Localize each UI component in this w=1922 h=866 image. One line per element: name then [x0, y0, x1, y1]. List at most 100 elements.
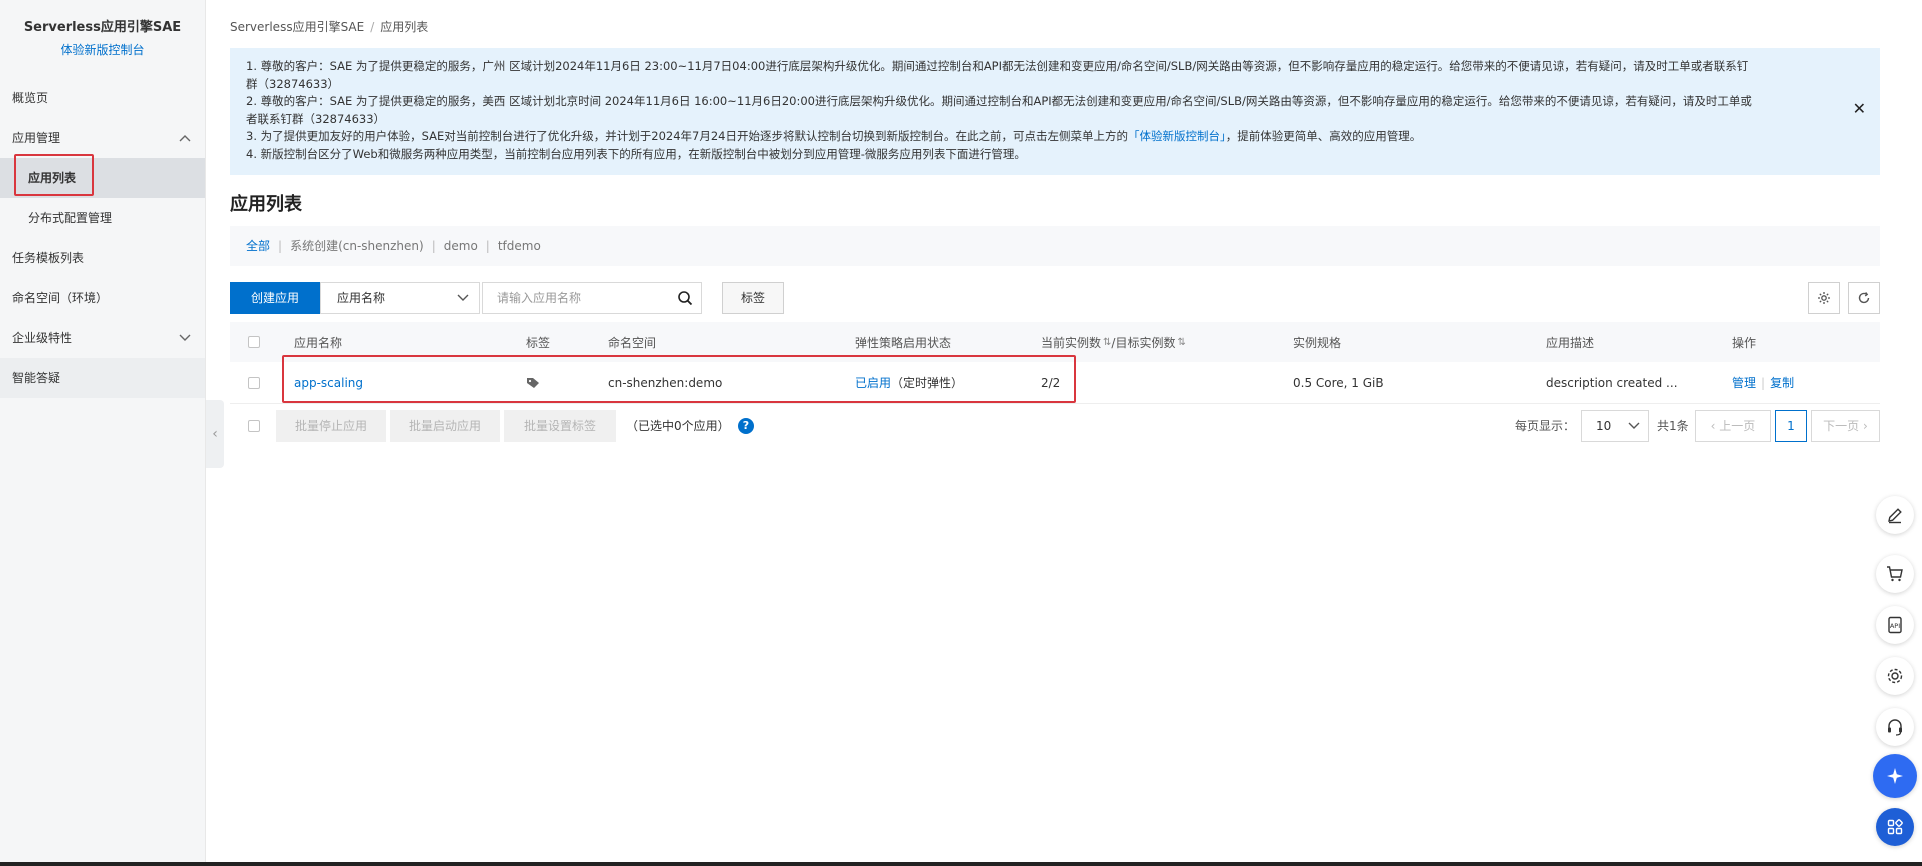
instances-value: 2/2	[1041, 375, 1061, 390]
breadcrumb-separator: /	[370, 20, 375, 34]
search-field-select[interactable]: 应用名称	[320, 282, 480, 314]
col-description: 应用描述	[1546, 335, 1595, 350]
manage-link[interactable]: 管理	[1732, 374, 1756, 391]
page-title: 应用列表	[230, 194, 302, 215]
sidebar-item-app-list[interactable]: 应用列表	[0, 158, 205, 198]
filter-demo[interactable]: demo	[444, 239, 478, 253]
select-value: 应用名称	[337, 291, 386, 305]
new-console-link[interactable]: 体验新版控制台	[60, 41, 144, 58]
table-footer: 批量停止应用 批量启动应用 批量设置标签 （已选中0个应用） ? 每页显示： 1…	[230, 410, 1880, 442]
cart-icon[interactable]	[1876, 555, 1914, 593]
namespace-filter-bar: 全部 | 系统创建(cn-shenzhen) | demo | tfdemo	[230, 226, 1880, 266]
settings-icon[interactable]	[1808, 282, 1840, 314]
col-app-name: 应用名称	[294, 335, 343, 350]
filter-all[interactable]: 全部	[246, 239, 270, 253]
filter-system-created[interactable]: 系统创建(cn-shenzhen)	[290, 239, 424, 253]
description-value: description created ...	[1546, 375, 1678, 390]
sidebar-item-namespaces[interactable]: 命名空间（环境）	[0, 278, 205, 318]
col-tag: 标签	[526, 335, 551, 350]
notice-line: 群（32874633）	[246, 76, 340, 91]
app-table: 应用名称 标签 命名空间 弹性策略启用状态 当前实例数 ⇅/目标实例数 ⇅ 实例规格…	[230, 322, 1880, 404]
sidebar-header: Serverless应用引擎SAE 体验新版控制台	[0, 0, 205, 78]
per-page-label: 每页显示：	[1515, 419, 1576, 433]
per-page-value: 10	[1596, 419, 1612, 433]
window-bottom-edge	[0, 862, 1922, 866]
sidebar-item-enterprise-features[interactable]: 企业级特性	[0, 318, 205, 358]
copy-link[interactable]: 复制	[1770, 374, 1794, 391]
sae-console: Serverless应用引擎SAE 体验新版控制台 概览页 应用管理 应用列表 …	[0, 0, 1922, 866]
col-operations: 操作	[1732, 335, 1757, 350]
per-page-select[interactable]: 10	[1581, 410, 1649, 442]
close-icon[interactable]: ✕	[1853, 100, 1866, 118]
toolbar: 创建应用 应用名称 标签	[230, 282, 1880, 314]
search-icon[interactable]	[677, 290, 693, 306]
filter-separator: |	[431, 239, 436, 253]
notice-line: 3. 为了提供更加友好的用户体验，SAE对当前控制台进行了优化升级，并计划于20…	[246, 128, 1820, 146]
headset-icon[interactable]	[1876, 708, 1914, 746]
batch-tag-button[interactable]: 批量设置标签	[504, 410, 616, 442]
sort-icon[interactable]: ⇅	[1177, 337, 1185, 348]
sort-icon[interactable]: ⇅	[1103, 337, 1111, 348]
sidebar: Serverless应用引擎SAE 体验新版控制台 概览页 应用管理 应用列表 …	[0, 0, 206, 866]
product-title: Serverless应用引擎SAE	[23, 20, 182, 35]
notice-banner: 1. 尊敬的客户：SAE 为了提供更稳定的服务，广州 区域计划2024年11月6…	[230, 48, 1880, 175]
sidebar-item-config-management[interactable]: 分布式配置管理	[0, 198, 205, 238]
row-checkbox-cell	[248, 362, 260, 403]
elastic-status-note: （定时弹性）	[891, 376, 964, 390]
new-console-notice-link[interactable]: 「体验新版控制台」	[1128, 129, 1226, 143]
sidebar-item-label: 企业级特性	[12, 331, 73, 345]
search-input[interactable]	[483, 283, 663, 313]
notice-text: ，提前体验更简单、高效的应用管理。	[1225, 129, 1422, 143]
batch-start-button[interactable]: 批量启动应用	[390, 410, 500, 442]
sidebar-collapse-handle[interactable]: ‹	[206, 400, 224, 468]
sidebar-item-job-templates[interactable]: 任务模板列表	[0, 238, 205, 278]
chevron-right-icon: ›	[1859, 419, 1868, 433]
tag-icon[interactable]	[526, 362, 540, 403]
batch-stop-button[interactable]: 批量停止应用	[276, 410, 386, 442]
refresh-icon[interactable]	[1848, 282, 1880, 314]
col-target-instances: /目标实例数	[1111, 335, 1176, 350]
chevron-down-icon	[1628, 422, 1640, 429]
breadcrumb-root[interactable]: Serverless应用引擎SAE	[230, 20, 364, 34]
col-current-instances: 当前实例数	[1041, 335, 1102, 350]
notice-line: 2. 尊敬的客户：SAE 为了提供更稳定的服务，美西 区域计划北京时间 2024…	[246, 94, 1752, 108]
assistant-icon[interactable]	[1873, 754, 1917, 798]
select-all-checkbox[interactable]	[248, 336, 260, 348]
page-1-button[interactable]: 1	[1775, 410, 1807, 442]
elastic-status-cell: 已启用 （定时弹性）	[855, 362, 963, 403]
gear-icon[interactable]	[1876, 657, 1914, 695]
breadcrumb: Serverless应用引擎SAE / 应用列表	[230, 18, 428, 35]
row-checkbox[interactable]	[248, 376, 260, 389]
elastic-status-link[interactable]: 已启用	[855, 374, 891, 391]
edit-icon[interactable]	[1876, 496, 1914, 534]
prev-page-button[interactable]: ‹ 上一页	[1695, 410, 1771, 442]
namespace-value: cn-shenzhen:demo	[608, 375, 723, 390]
select-all-checkbox-cell	[248, 322, 260, 362]
svg-text:API: API	[1890, 622, 1900, 630]
api-icon[interactable]: API	[1876, 606, 1914, 644]
sidebar-item-app-management[interactable]: 应用管理	[0, 118, 205, 158]
chevron-left-icon: ‹	[1710, 419, 1720, 433]
search-box	[482, 282, 702, 314]
next-page-label: 下一页	[1823, 419, 1860, 433]
operations-cell: 管理 | 复制	[1732, 362, 1794, 403]
next-page-button[interactable]: 下一页 ›	[1811, 410, 1880, 442]
sidebar-item-smart-qa[interactable]: 智能答疑	[0, 358, 205, 398]
notice-line: 1. 尊敬的客户：SAE 为了提供更稳定的服务，广州 区域计划2024年11月6…	[246, 59, 1749, 73]
sidebar-item-overview[interactable]: 概览页	[0, 78, 205, 118]
app-name-link[interactable]: app-scaling	[294, 362, 363, 403]
filter-separator: |	[278, 239, 283, 253]
filter-tfdemo[interactable]: tfdemo	[498, 239, 541, 253]
tag-filter-button[interactable]: 标签	[722, 282, 784, 314]
table-header: 应用名称 标签 命名空间 弹性策略启用状态 当前实例数 ⇅/目标实例数 ⇅ 实例规格…	[230, 322, 1880, 362]
help-icon[interactable]: ?	[738, 418, 754, 434]
apps-grid-icon[interactable]	[1876, 808, 1914, 846]
footer-select-all-checkbox[interactable]	[248, 420, 260, 432]
notice-line: 4. 新版控制台区分了Web和微服务两种应用类型，当前控制台应用列表下的所有应用…	[246, 146, 1026, 161]
prev-page-label: 上一页	[1719, 419, 1756, 433]
chevron-up-icon	[179, 118, 191, 158]
chevron-down-icon	[457, 283, 469, 324]
total-count: 共1条	[1657, 419, 1689, 433]
col-elastic-status: 弹性策略启用状态	[855, 335, 952, 350]
create-app-button[interactable]: 创建应用	[230, 282, 320, 314]
